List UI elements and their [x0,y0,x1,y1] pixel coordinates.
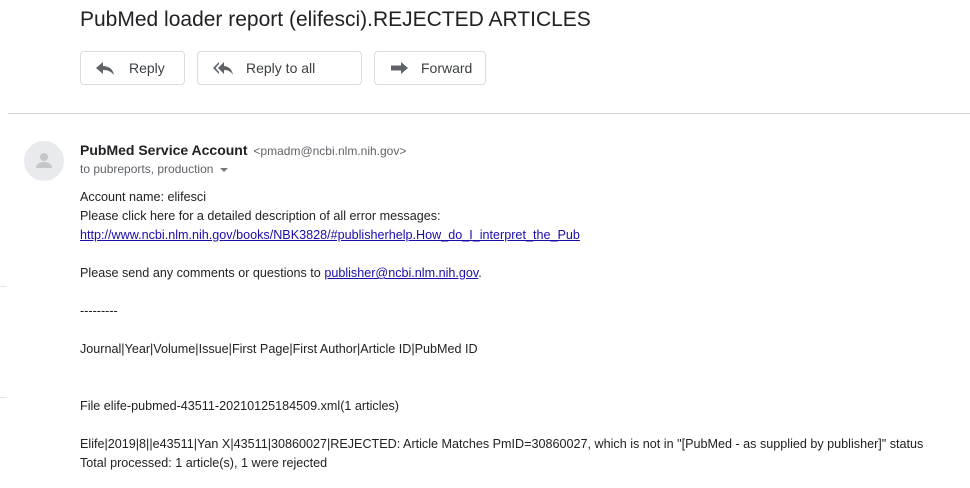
edge-divider-mark [0,286,7,287]
help-link-line: http://www.ncbi.nlm.nih.gov/books/NBK382… [80,227,580,243]
file-line: File elife-pubmed-43511-20210125184509.x… [80,399,399,413]
recipients-toggle[interactable]: to pubreports, production [80,162,229,176]
header-divider [8,113,970,114]
help-link[interactable]: http://www.ncbi.nlm.nih.gov/books/NBK382… [80,228,580,242]
comments-prefix: Please send any comments or questions to [80,266,325,280]
rejected-record-line: Elife|2019|8||e43511|Yan X|43511|3086002… [80,437,924,451]
reply-label: Reply [129,60,165,76]
publisher-email-link[interactable]: publisher@ncbi.nlm.nih.gov [324,266,478,280]
sender-avatar[interactable] [24,141,64,181]
reply-all-icon [212,60,234,76]
avatar-person-icon [36,153,52,168]
error-help-text: Please click here for a detailed descrip… [80,209,441,223]
sender-name[interactable]: PubMed Service Account [80,142,248,158]
edge-divider-mark [0,397,7,398]
recipients-text: to pubreports, production [80,162,214,176]
comments-line: Please send any comments or questions to… [80,265,482,281]
email-subject: PubMed loader report (elifesci).REJECTED… [80,8,591,31]
forward-icon [389,60,409,76]
total-processed-line: Total processed: 1 article(s), 1 were re… [80,456,328,470]
forward-button[interactable]: Forward [374,51,486,85]
reply-button[interactable]: Reply [80,51,185,85]
forward-label: Forward [421,60,473,76]
sender-email: <pmadm@ncbi.nlm.nih.gov> [253,144,407,158]
comments-suffix: . [478,266,482,280]
account-name-line: Account name: elifesci [80,190,206,204]
chevron-down-icon[interactable] [220,167,229,172]
reply-all-button[interactable]: Reply to all [197,51,362,85]
separator-line: --------- [80,304,118,318]
reply-all-label: Reply to all [246,60,316,76]
reply-icon [95,60,117,76]
sender-line: PubMed Service Account <pmadm@ncbi.nlm.n… [80,142,406,158]
column-header-line: Journal|Year|Volume|Issue|First Page|Fir… [80,342,478,356]
action-buttons: Reply Reply to all Forward [80,51,486,85]
